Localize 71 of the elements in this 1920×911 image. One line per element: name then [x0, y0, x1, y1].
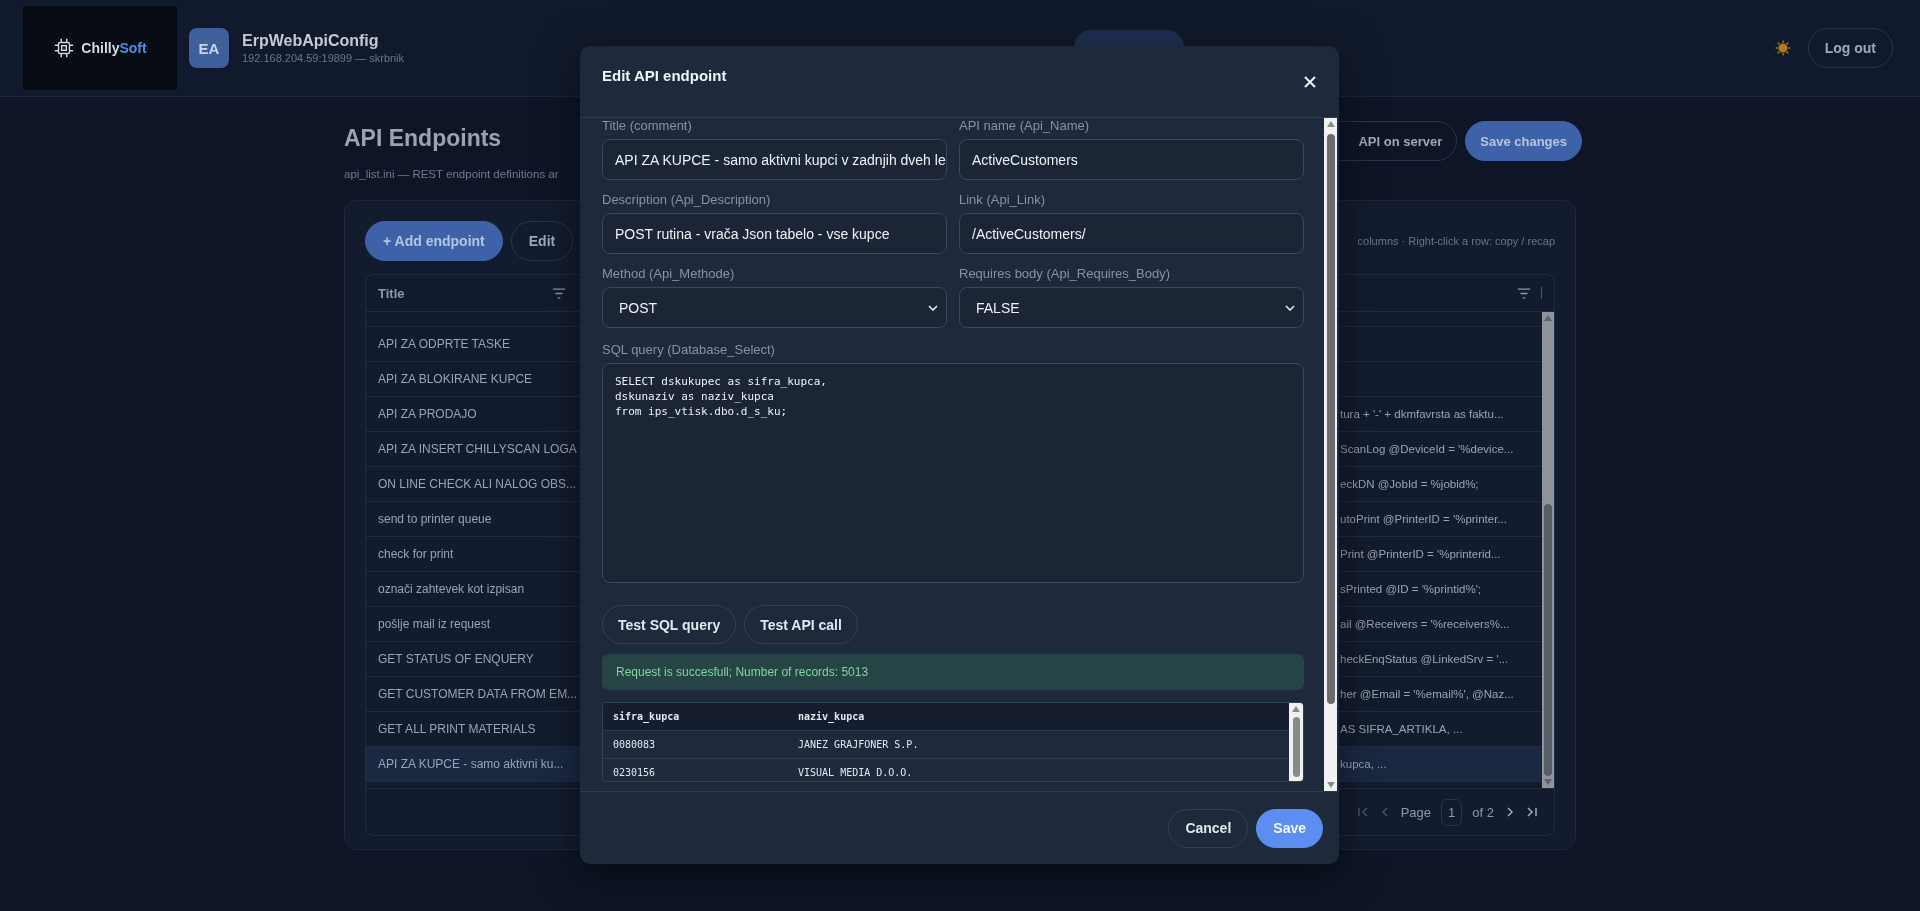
table-cell-text: API ZA BLOKIRANE KUPCE	[377, 372, 534, 386]
table-cell: utoPrint @PrinterID = '%printer...	[1340, 513, 1507, 525]
table-cell-text: 0080083	[612, 739, 657, 750]
page-title: API Endpoints	[344, 125, 503, 152]
close-button[interactable]	[1303, 74, 1317, 89]
filter-icon	[1517, 287, 1531, 299]
table-cell-text: API ZA ODPRTE TASKE	[377, 337, 512, 351]
scrollbar[interactable]	[1324, 118, 1337, 791]
input-field[interactable]: POST rutina - vrača Json tabelo - vse kupce	[602, 213, 947, 254]
table-cell: ail @Receivers = '%receivers%...	[1340, 618, 1510, 630]
sql-editor[interactable]: SELECT dskukupec as sifra_kupca, dskunaziv as naziv_kupca from ips_vtisk.dbo.d_s_ku;	[602, 363, 1304, 583]
hint-text: columns · Right-click a row: copy / recap	[1357, 235, 1555, 247]
table-cell: kupca, ...	[1340, 758, 1387, 770]
table-cell: eckDN @JobId = %jobid%;	[1340, 478, 1479, 490]
caret-icon	[1285, 304, 1295, 311]
logo-text: ChillySoft	[81, 40, 147, 56]
table-cell-text: check for print	[377, 547, 455, 561]
table-cell-text: označi zahtevek kot izpisan	[377, 582, 526, 596]
chip-icon	[53, 37, 76, 59]
app-title: ErpWebApiConfig	[242, 32, 380, 50]
success-message: Request is succesfull; Number of records: 5013	[602, 654, 1304, 690]
input-field[interactable]: ActiveCustomers	[959, 139, 1304, 180]
column-resize-handle[interactable]	[1541, 287, 1542, 299]
caret-icon	[928, 304, 938, 311]
column-header: naziv_kupca	[797, 711, 866, 722]
last-page-icon[interactable]	[1526, 806, 1538, 818]
table-cell: tura + '-' + dkmfavrsta as faktu...	[1340, 408, 1504, 420]
table-cell: heckEnqStatus @LinkedSrv = '...	[1340, 653, 1509, 665]
table-cell: AS SIFRA_ARTIKLA, ...	[1340, 723, 1463, 735]
field-label: Requires body (Api_Requires_Body)	[959, 266, 1171, 281]
column-header: sifra_kupca	[612, 711, 681, 722]
server-address: 192.168.204.59:19899 — skrbnik	[242, 52, 405, 64]
select-field[interactable]: POST	[602, 287, 947, 328]
first-page-icon[interactable]	[1356, 806, 1369, 818]
table-cell-text: 0230156	[612, 767, 657, 778]
page-total: of 2	[1472, 804, 1494, 820]
field-label: Title (comment)	[602, 118, 693, 133]
input-field[interactable]: /ActiveCustomers/	[959, 213, 1304, 254]
column-header: Title	[378, 285, 405, 301]
table-cell: her @Email = '%email%', @Naz...	[1340, 688, 1514, 700]
input-field[interactable]: API ZA KUPCE - samo aktivni kupci v zadnjih dveh le	[602, 139, 947, 180]
table-cell-text: pošlje mail iz request	[377, 617, 492, 631]
table-cell-text: JANEZ GRAJFONER S.P.	[797, 739, 920, 750]
table-cell-text: GET STATUS OF ENQUERY	[377, 652, 535, 666]
table-cell-text: GET CUSTOMER DATA FROM EM...	[377, 687, 578, 701]
table-cell-text: API ZA INSERT CHILLYSCAN LOGA	[377, 442, 578, 456]
table-cell: Print @PrinterID = '%printerid...	[1340, 548, 1501, 560]
field-label: API name (Api_Name)	[959, 118, 1091, 133]
table-cell-text: API ZA PRODAJO	[377, 407, 478, 421]
modal-title: Edit API endpoint	[602, 67, 727, 84]
avatar: EA	[189, 28, 229, 68]
scrollbar[interactable]	[1542, 312, 1554, 788]
filter-icon	[552, 287, 566, 299]
table-cell-text: send to printer queue	[377, 512, 493, 526]
page-subtitle: api_list.ini — REST endpoint definitions ar	[344, 168, 559, 180]
next-page-icon[interactable]	[1504, 806, 1516, 818]
scrollbar[interactable]	[1289, 703, 1303, 781]
table-cell: ScanLog @DeviceId = '%device...	[1340, 443, 1514, 455]
field-label: SQL query (Database_Select)	[602, 342, 776, 357]
table-cell-text: VISUAL MEDIA D.O.O.	[797, 767, 914, 778]
field-label: Description (Api_Description)	[602, 192, 772, 207]
select-field[interactable]: FALSE	[959, 287, 1304, 328]
page-number-field[interactable]: 1	[1441, 798, 1463, 826]
table-cell-text: ON LINE CHECK ALI NALOG OBS...	[377, 477, 578, 491]
field-label: Method (Api_Methode)	[602, 266, 736, 281]
sun-icon	[1773, 39, 1792, 57]
page-label: Page	[1400, 804, 1432, 820]
table-cell-text: API ZA KUPCE - samo aktivni ku...	[377, 757, 565, 771]
table-cell: sPrinted @ID = '%printid%';	[1340, 583, 1482, 595]
table-cell-text: GET ALL PRINT MATERIALS	[377, 722, 537, 736]
field-label: Link (Api_Link)	[959, 192, 1046, 207]
